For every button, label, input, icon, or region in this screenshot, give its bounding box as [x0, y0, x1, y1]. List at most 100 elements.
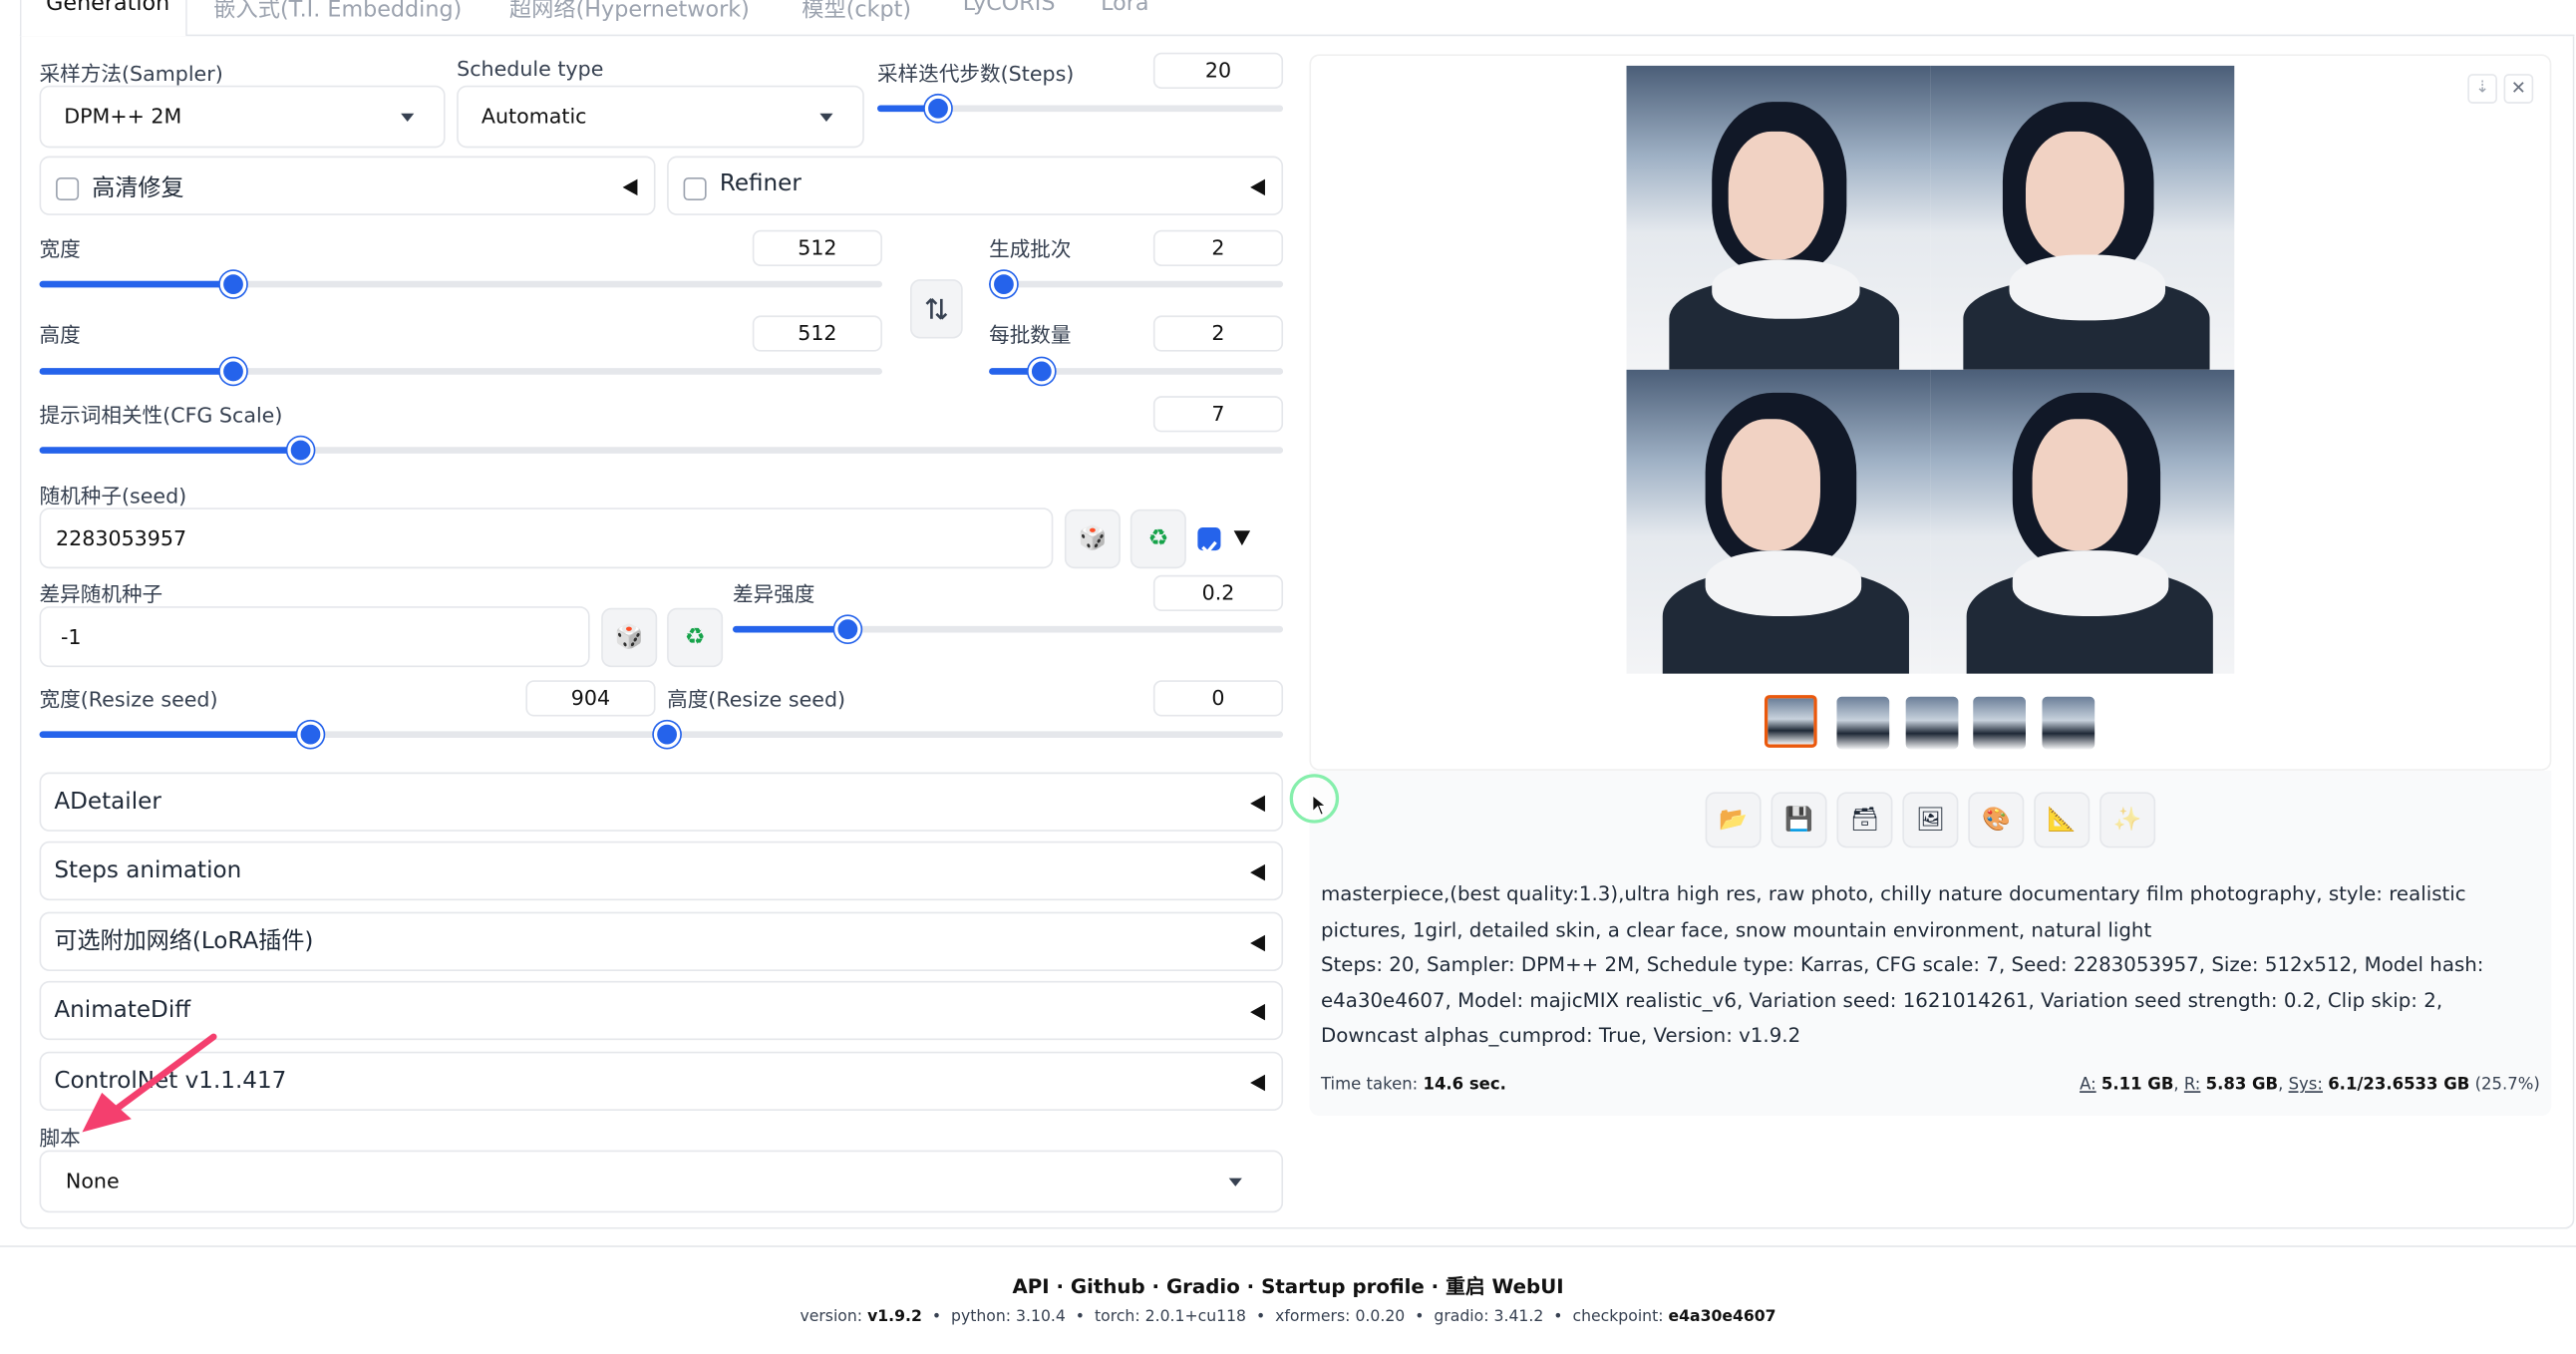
resize-height-input[interactable]: 0	[1152, 680, 1284, 717]
script-dropdown[interactable]: None	[39, 1150, 1284, 1213]
batch-size-slider[interactable]	[989, 358, 1284, 385]
random-var-seed-button[interactable]: 🎲	[601, 607, 658, 668]
send-to-img2img-button[interactable]: 🖼	[1902, 792, 1959, 848]
palette-icon: 🎨	[1981, 807, 2011, 834]
width-input[interactable]: 512	[752, 229, 882, 266]
height-slider[interactable]	[39, 358, 882, 385]
extra-seed-toggle-icon[interactable]	[1233, 530, 1251, 546]
accordion-animatediff-label: AnimateDiff	[54, 997, 191, 1024]
collapse-triangle-icon[interactable]	[622, 178, 638, 196]
var-seed-input[interactable]: -1	[39, 606, 590, 668]
mouse-cursor-icon	[1312, 794, 1328, 817]
gallery-thumbnail[interactable]	[1836, 696, 1890, 750]
accordion-steps-animation-label: Steps animation	[54, 857, 242, 884]
open-folder-button[interactable]: 📂	[1705, 792, 1762, 848]
mem-r-label: R:	[2183, 1076, 2201, 1095]
triangle-ruler-icon: 📐	[2047, 807, 2077, 834]
save-button[interactable]: 💾	[1771, 792, 1827, 848]
chevron-down-icon	[819, 113, 833, 122]
seed-input[interactable]: 2283053957	[39, 508, 1054, 569]
steps-slider[interactable]	[877, 95, 1284, 122]
tab-embedding[interactable]: 嵌入式(T.I. Embedding)	[213, 0, 462, 23]
torch-label: torch:	[1095, 1307, 1140, 1326]
resize-width-slider[interactable]	[39, 721, 656, 748]
resize-width-input[interactable]: 904	[525, 680, 656, 717]
picture-icon: 🖼	[1915, 807, 1946, 834]
gallery-thumbnail[interactable]	[2042, 696, 2095, 750]
refiner-accordion[interactable]: Refiner	[667, 156, 1284, 215]
time-taken-label: Time taken:	[1320, 1076, 1419, 1095]
generated-image-grid[interactable]	[1626, 65, 2235, 674]
sampler-dropdown[interactable]: DPM++ 2M	[39, 85, 446, 149]
generated-image[interactable]	[1626, 369, 1931, 674]
var-strength-input[interactable]: 0.2	[1152, 574, 1284, 612]
random-seed-button[interactable]: 🎲	[1064, 508, 1121, 569]
resize-height-slider-handle[interactable]	[653, 721, 681, 748]
resize-width-slider-handle[interactable]	[297, 721, 324, 748]
gallery-thumbnail[interactable]	[1905, 696, 1959, 750]
width-label: 宽度	[39, 236, 81, 262]
gallery-thumbnail[interactable]	[1973, 696, 2026, 750]
accordion-adetailer[interactable]: ADetailer	[39, 772, 1284, 832]
reuse-seed-button[interactable]: ♻	[1129, 508, 1186, 569]
accordion-lora-label: 可选附加网络(LoRA插件)	[54, 928, 314, 955]
swap-arrows-icon	[925, 298, 948, 320]
python-value: 3.10.4	[1016, 1307, 1066, 1326]
swap-dimensions-button[interactable]	[909, 279, 963, 339]
generated-image[interactable]	[1626, 65, 1931, 370]
reuse-var-seed-button[interactable]: ♻	[667, 607, 724, 668]
batch-count-input[interactable]: 2	[1152, 229, 1284, 266]
footer-links[interactable]: API · Github · Gradio · Startup profile …	[0, 1272, 2576, 1300]
var-strength-slider[interactable]	[733, 616, 1284, 643]
cfg-input[interactable]: 7	[1152, 396, 1284, 433]
refiner-checkbox[interactable]	[683, 176, 707, 201]
extra-seed-checkbox[interactable]	[1197, 527, 1221, 555]
batch-size-input[interactable]: 2	[1152, 315, 1284, 352]
sparkle-button[interactable]: ✨	[2099, 792, 2156, 848]
width-slider[interactable]	[39, 270, 882, 298]
gradio-value: 3.41.2	[1493, 1307, 1544, 1326]
hires-accordion[interactable]: 高清修复	[39, 156, 656, 215]
height-input[interactable]: 512	[752, 315, 882, 352]
collapse-triangle-icon	[1250, 1074, 1265, 1092]
accordion-steps-animation[interactable]: Steps animation	[39, 841, 1284, 901]
tab-ckpt[interactable]: 模型(ckpt)	[802, 0, 911, 23]
tab-lycoris[interactable]: LyCORIS	[963, 0, 1056, 16]
hires-label: 高清修复	[92, 175, 184, 202]
collapse-triangle-icon[interactable]	[1250, 178, 1265, 196]
generation-prompt: masterpiece,(best quality:1.3),ultra hig…	[1320, 881, 2466, 941]
steps-input[interactable]: 20	[1152, 52, 1284, 89]
hires-checkbox[interactable]	[56, 176, 80, 201]
close-button[interactable]: ✕	[2503, 74, 2534, 104]
steps-label: 采样迭代步数(Steps)	[877, 60, 1075, 86]
download-button[interactable]: ⇣	[2467, 74, 2497, 104]
send-to-inpaint-button[interactable]: 🎨	[1968, 792, 2025, 848]
steps-slider-handle[interactable]	[924, 95, 952, 122]
close-icon: ✕	[2510, 77, 2526, 99]
seed-label: 随机种子(seed)	[39, 483, 187, 508]
height-slider-handle[interactable]	[219, 358, 247, 385]
tab-generation-label[interactable]: Generation	[46, 0, 169, 16]
width-slider-handle[interactable]	[219, 270, 247, 298]
zip-button[interactable]: 🗃	[1836, 792, 1893, 848]
refiner-label: Refiner	[719, 170, 802, 197]
batch-count-slider-handle[interactable]	[990, 270, 1018, 298]
tab-lora[interactable]: Lora	[1101, 0, 1148, 16]
archive-icon: 🗃	[1849, 807, 1880, 834]
accordion-lora[interactable]: 可选附加网络(LoRA插件)	[39, 911, 1284, 971]
tab-hypernetwork[interactable]: 超网络(Hypernetwork)	[509, 0, 750, 23]
generated-image[interactable]	[1930, 369, 2235, 674]
chevron-down-icon	[1228, 1178, 1242, 1186]
collapse-triangle-icon	[1250, 934, 1265, 952]
send-to-extras-button[interactable]: 📐	[2034, 792, 2091, 848]
resize-height-slider[interactable]	[653, 721, 1284, 748]
generated-image[interactable]	[1930, 65, 2235, 370]
cfg-slider-handle[interactable]	[287, 437, 314, 464]
recycle-icon: ♻	[684, 624, 706, 651]
resize-width-label: 宽度(Resize seed)	[39, 686, 218, 712]
cfg-slider[interactable]	[39, 437, 1284, 464]
gallery-thumbnail[interactable]	[1764, 695, 1817, 748]
sampler-label: 采样方法(Sampler)	[39, 60, 223, 86]
schedule-dropdown[interactable]: Automatic	[457, 85, 864, 149]
batch-count-slider[interactable]	[989, 270, 1284, 298]
